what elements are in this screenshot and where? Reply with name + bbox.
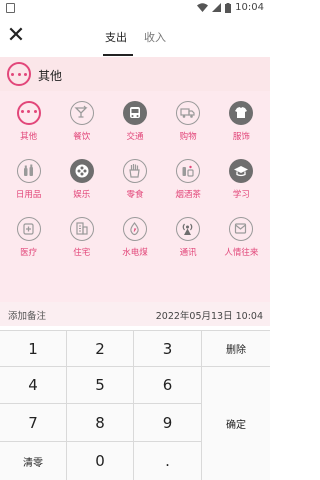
category-label: 其他 (20, 132, 38, 142)
note-input[interactable]: 添加备注 (8, 308, 46, 322)
note-row: 添加备注 2022年05月13日 10:04 (0, 302, 270, 326)
category-snacks[interactable]: 零食 (108, 156, 161, 208)
key-2[interactable]: 2 (67, 330, 134, 367)
key-decimal[interactable]: . (134, 442, 202, 480)
keypad: 1 2 3 删除 4 5 6 7 8 9 确定 清零 0 . (0, 330, 270, 480)
category-grid: 其他 餐饮 交通 购物 服饰 日用品 娱乐 零食 烟酒茶 学习 医疗 住宅 水电… (2, 98, 268, 266)
truck-icon (176, 101, 201, 125)
category-label: 娱乐 (73, 190, 91, 200)
film-reel-icon (69, 159, 94, 183)
category-label: 烟酒茶 (175, 190, 201, 200)
category-label: 餐饮 (73, 132, 91, 142)
category-tobacco-tea[interactable]: 烟酒茶 (162, 156, 215, 208)
signal-icon (212, 3, 222, 12)
category-shopping[interactable]: 购物 (162, 98, 215, 150)
water-drop-icon (122, 217, 147, 241)
category-entertainment[interactable]: 娱乐 (55, 156, 108, 208)
category-label: 服饰 (232, 132, 250, 142)
tab-income[interactable]: 收入 (144, 29, 166, 45)
category-label: 人情往来 (224, 248, 259, 258)
key-0[interactable]: 0 (67, 442, 134, 480)
category-social-gifts[interactable]: 人情往来 (215, 214, 268, 266)
category-telecom[interactable]: 通讯 (162, 214, 215, 266)
header: ✕ 支出 收入 (0, 17, 270, 57)
confirm-button[interactable]: 确定 (202, 367, 270, 480)
status-time: 10:04 (235, 2, 264, 13)
more-dots-icon (16, 101, 41, 125)
selected-category-name: 其他 (38, 69, 63, 83)
tshirt-icon (229, 101, 254, 125)
key-5[interactable]: 5 (67, 367, 134, 404)
close-icon[interactable]: ✕ (6, 25, 26, 47)
date-picker[interactable]: 2022年05月13日 10:04 (156, 308, 263, 322)
category-label: 购物 (179, 132, 197, 142)
key-7[interactable]: 7 (0, 404, 67, 442)
bus-icon (122, 101, 147, 125)
category-label: 医疗 (20, 248, 38, 258)
key-1[interactable]: 1 (0, 330, 67, 367)
building-icon (69, 217, 94, 241)
battery-icon (225, 2, 232, 13)
key-4[interactable]: 4 (0, 367, 67, 404)
category-study[interactable]: 学习 (215, 156, 268, 208)
tab-indicator (103, 54, 133, 56)
category-transport[interactable]: 交通 (108, 98, 161, 150)
signal-tower-icon (176, 217, 201, 241)
graduation-cap-icon (229, 159, 254, 183)
category-label: 学习 (232, 190, 250, 200)
category-medical[interactable]: 医疗 (2, 214, 55, 266)
category-label: 日用品 (15, 190, 42, 200)
category-label: 通讯 (179, 248, 197, 258)
envelope-icon (229, 217, 254, 241)
category-daily-goods[interactable]: 日用品 (2, 156, 55, 208)
category-housing[interactable]: 住宅 (55, 214, 108, 266)
bottles-icon (16, 159, 41, 183)
status-bar: 10:04 (0, 0, 270, 17)
key-9[interactable]: 9 (134, 404, 202, 442)
cocktail-icon (69, 101, 94, 125)
wifi-icon (197, 3, 209, 12)
key-8[interactable]: 8 (67, 404, 134, 442)
clear-button[interactable]: 清零 (0, 442, 67, 480)
category-dining[interactable]: 餐饮 (55, 98, 108, 150)
category-label: 零食 (126, 190, 144, 200)
category-label: 水电煤 (122, 248, 148, 258)
category-other[interactable]: 其他 (2, 98, 55, 150)
key-6[interactable]: 6 (134, 367, 202, 404)
category-grid-area: 其他 餐饮 交通 购物 服饰 日用品 娱乐 零食 烟酒茶 学习 医疗 住宅 水电… (0, 91, 270, 302)
category-label: 交通 (126, 132, 144, 142)
medicine-icon (16, 217, 41, 241)
tea-cigarette-icon (176, 159, 201, 183)
key-3[interactable]: 3 (134, 330, 202, 367)
sim-card-icon (6, 3, 15, 13)
tab-expense[interactable]: 支出 (105, 29, 127, 45)
delete-button[interactable]: 删除 (202, 330, 270, 367)
category-label: 住宅 (73, 248, 91, 258)
fries-icon (122, 159, 147, 183)
more-dots-icon (7, 62, 31, 86)
category-utilities[interactable]: 水电煤 (108, 214, 161, 266)
category-clothing[interactable]: 服饰 (215, 98, 268, 150)
selected-category-bar: 其他 (0, 57, 270, 91)
